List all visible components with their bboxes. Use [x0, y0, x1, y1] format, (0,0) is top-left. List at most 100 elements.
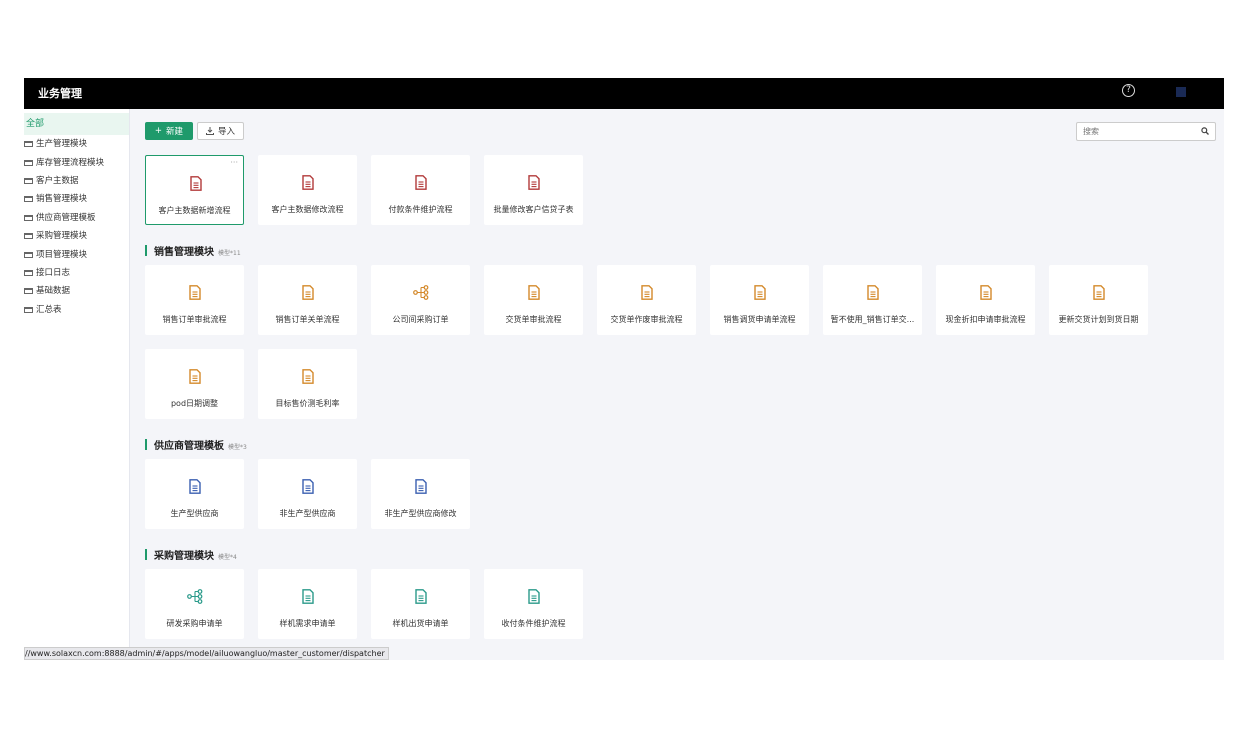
sidebar-item-label: 汇总表 — [36, 304, 62, 315]
help-icon[interactable]: ? — [1122, 84, 1135, 97]
document-icon — [1093, 285, 1105, 300]
more-options-icon[interactable]: ··· — [230, 158, 238, 167]
model-card-label: 非生产型供应商修改 — [384, 509, 457, 518]
model-card[interactable]: 交货单审批流程 — [484, 265, 583, 335]
search-input[interactable] — [1077, 123, 1195, 140]
flow-icon — [413, 285, 429, 300]
sidebar-item-label: 采购管理模块 — [36, 231, 88, 242]
document-icon — [189, 479, 201, 494]
model-card[interactable]: 研发采购申请单 — [145, 569, 244, 639]
document-icon — [415, 175, 427, 190]
document-icon — [415, 589, 427, 604]
sidebar-item-label: 接口日志 — [36, 267, 71, 278]
sidebar-item[interactable]: 汇总表 — [24, 301, 129, 319]
document-icon — [302, 479, 314, 494]
document-icon — [190, 176, 202, 191]
sidebar-item[interactable]: 采购管理模块 — [24, 227, 129, 245]
model-card-label: 客户主数据修改流程 — [271, 205, 344, 214]
model-card[interactable]: 收付条件维护流程 — [484, 569, 583, 639]
sidebar-item[interactable]: 销售管理模块 — [24, 190, 129, 208]
model-card[interactable]: 生产型供应商 — [145, 459, 244, 529]
search-box — [1076, 122, 1216, 141]
folder-icon — [24, 196, 33, 203]
model-card[interactable]: 客户主数据修改流程 — [258, 155, 357, 225]
folder-icon — [24, 141, 33, 148]
section-model-count: 模型*4 — [218, 554, 237, 561]
folder-icon — [24, 288, 33, 295]
section-title: 销售管理模块 — [154, 247, 214, 258]
model-card-label: 非生产型供应商 — [279, 509, 336, 518]
model-card[interactable]: 付款条件维护流程 — [371, 155, 470, 225]
model-card-label: 销售订单关单流程 — [275, 315, 340, 324]
sidebar-item-label: 销售管理模块 — [36, 194, 88, 205]
document-icon — [528, 175, 540, 190]
sidebar-item-all[interactable]: 全部 — [24, 113, 129, 135]
sidebar-item[interactable]: 生产管理模块 — [24, 135, 129, 153]
new-button[interactable]: + 新建 — [145, 122, 193, 140]
model-card[interactable]: 客户主数据新增流程 ··· — [145, 155, 244, 225]
section-accent-bar — [145, 549, 147, 560]
model-card[interactable]: 交货单作废审批流程 — [597, 265, 696, 335]
document-icon — [867, 285, 879, 300]
model-card-label: 付款条件维护流程 — [388, 205, 453, 214]
import-button[interactable]: 导入 — [197, 122, 244, 140]
sidebar-item[interactable]: 基础数据 — [24, 282, 129, 300]
sidebar-item[interactable]: 客户主数据 — [24, 172, 129, 190]
model-card[interactable]: 现金折扣申请审批流程 — [936, 265, 1035, 335]
model-card-label: 交货单作废审批流程 — [610, 315, 683, 324]
document-icon — [415, 479, 427, 494]
model-card-label: 样机需求申请单 — [279, 619, 336, 628]
model-card-label: 生产型供应商 — [170, 509, 219, 518]
document-icon — [528, 285, 540, 300]
app-title: 业务管理 — [38, 87, 82, 100]
user-avatar[interactable] — [1176, 87, 1186, 97]
model-card[interactable]: 目标售价测毛利率 — [258, 349, 357, 419]
sidebar-item-label: 基础数据 — [36, 286, 71, 297]
sidebar-item[interactable]: 接口日志 — [24, 264, 129, 282]
status-bar-url: //www.solaxcn.com:8888/admin/#/apps/mode… — [24, 647, 389, 660]
section-header: 销售管理模块 模型*11 — [145, 243, 241, 258]
model-card-label: pod日期调整 — [170, 399, 219, 408]
model-card[interactable]: 批量修改客户信贷子表 — [484, 155, 583, 225]
model-card-label: 更新交货计划到货日期 — [1058, 315, 1139, 324]
sidebar-item[interactable]: 库存管理流程模块 — [24, 153, 129, 171]
document-icon — [302, 369, 314, 384]
section-title: 供应商管理模板 — [154, 441, 224, 452]
folder-icon — [24, 177, 33, 184]
model-card[interactable]: 样机需求申请单 — [258, 569, 357, 639]
search-icon[interactable] — [1201, 127, 1209, 135]
model-card-label: 收付条件维护流程 — [501, 619, 566, 628]
sidebar-item-label: 库存管理流程模块 — [36, 157, 105, 168]
folder-icon — [24, 269, 33, 276]
model-card[interactable]: 暂不使用_销售订单交... — [823, 265, 922, 335]
import-button-label: 导入 — [217, 127, 235, 137]
model-card[interactable]: 非生产型供应商修改 — [371, 459, 470, 529]
folder-icon — [24, 233, 33, 240]
model-card-label: 公司间采购订单 — [392, 315, 449, 324]
model-card[interactable]: 销售订单审批流程 — [145, 265, 244, 335]
new-button-label: 新建 — [166, 127, 184, 137]
document-icon — [754, 285, 766, 300]
model-card[interactable]: pod日期调整 — [145, 349, 244, 419]
sidebar: 全部 生产管理模块库存管理流程模块客户主数据销售管理模块供应商管理模板采购管理模… — [24, 109, 130, 660]
plus-icon: + — [154, 126, 163, 136]
model-card[interactable]: 非生产型供应商 — [258, 459, 357, 529]
sidebar-item-label: 项目管理模块 — [36, 249, 88, 260]
model-card[interactable]: 销售订单关单流程 — [258, 265, 357, 335]
model-card[interactable]: 销售调货申请单流程 — [710, 265, 809, 335]
sidebar-item-label: 生产管理模块 — [36, 139, 88, 150]
model-card[interactable]: 公司间采购订单 — [371, 265, 470, 335]
document-icon — [189, 369, 201, 384]
sidebar-item[interactable]: 项目管理模块 — [24, 245, 129, 263]
document-icon — [302, 589, 314, 604]
model-card-label: 批量修改客户信贷子表 — [493, 205, 574, 214]
model-card-label: 目标售价测毛利率 — [275, 399, 340, 408]
sidebar-item[interactable]: 供应商管理模板 — [24, 209, 129, 227]
flow-icon — [187, 589, 203, 604]
document-icon — [302, 175, 314, 190]
section-model-count: 模型*3 — [228, 444, 247, 451]
model-card[interactable]: 样机出货申请单 — [371, 569, 470, 639]
model-card-label: 客户主数据新增流程 — [158, 206, 231, 215]
model-card[interactable]: 更新交货计划到货日期 — [1049, 265, 1148, 335]
section-title: 采购管理模块 — [154, 551, 214, 562]
